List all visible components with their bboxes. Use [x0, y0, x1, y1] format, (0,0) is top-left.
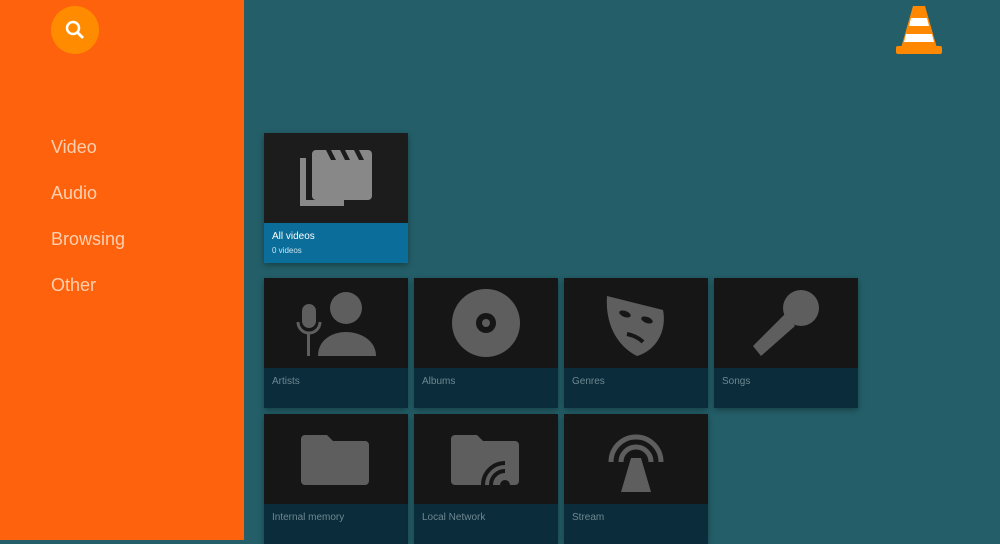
vlc-cone-logo: [896, 6, 942, 54]
sidebar-item-audio[interactable]: Audio: [51, 180, 125, 226]
card-title: All videos: [272, 231, 315, 242]
albums-card[interactable]: Albums: [414, 278, 558, 408]
card-title: Stream: [564, 504, 708, 544]
stream-card[interactable]: Stream: [564, 414, 708, 544]
artists-card[interactable]: Artists: [264, 278, 408, 408]
artist-icon: [296, 292, 376, 356]
network-folder-icon: [451, 435, 519, 487]
search-button[interactable]: [51, 6, 99, 54]
card-title: Artists: [264, 368, 408, 408]
all-videos-card[interactable]: All videos 0 videos: [264, 133, 408, 263]
sidebar-nav: Video Audio Browsing Other: [51, 134, 125, 318]
album-icon: [452, 289, 520, 357]
card-title: Local Network: [414, 504, 558, 544]
search-icon: [65, 20, 84, 39]
local-network-card[interactable]: Local Network: [414, 414, 558, 544]
card-title: Genres: [564, 368, 708, 408]
sidebar: Video Audio Browsing Other: [0, 0, 244, 540]
sidebar-item-video[interactable]: Video: [51, 134, 125, 180]
card-title: Albums: [414, 368, 558, 408]
sidebar-item-other[interactable]: Other: [51, 272, 125, 318]
folder-icon: [301, 435, 369, 485]
card-title: Internal memory: [264, 504, 408, 544]
microphone-icon: [753, 290, 819, 356]
internal-memory-card[interactable]: Internal memory: [264, 414, 408, 544]
songs-card[interactable]: Songs: [714, 278, 858, 408]
card-title: Songs: [714, 368, 858, 408]
video-clapperboard-icon: [300, 150, 372, 206]
sidebar-item-browsing[interactable]: Browsing: [51, 226, 125, 272]
genre-mask-icon: [606, 296, 664, 356]
card-subtitle: 0 videos: [272, 246, 302, 255]
genres-card[interactable]: Genres: [564, 278, 708, 408]
stream-icon: [608, 434, 664, 492]
